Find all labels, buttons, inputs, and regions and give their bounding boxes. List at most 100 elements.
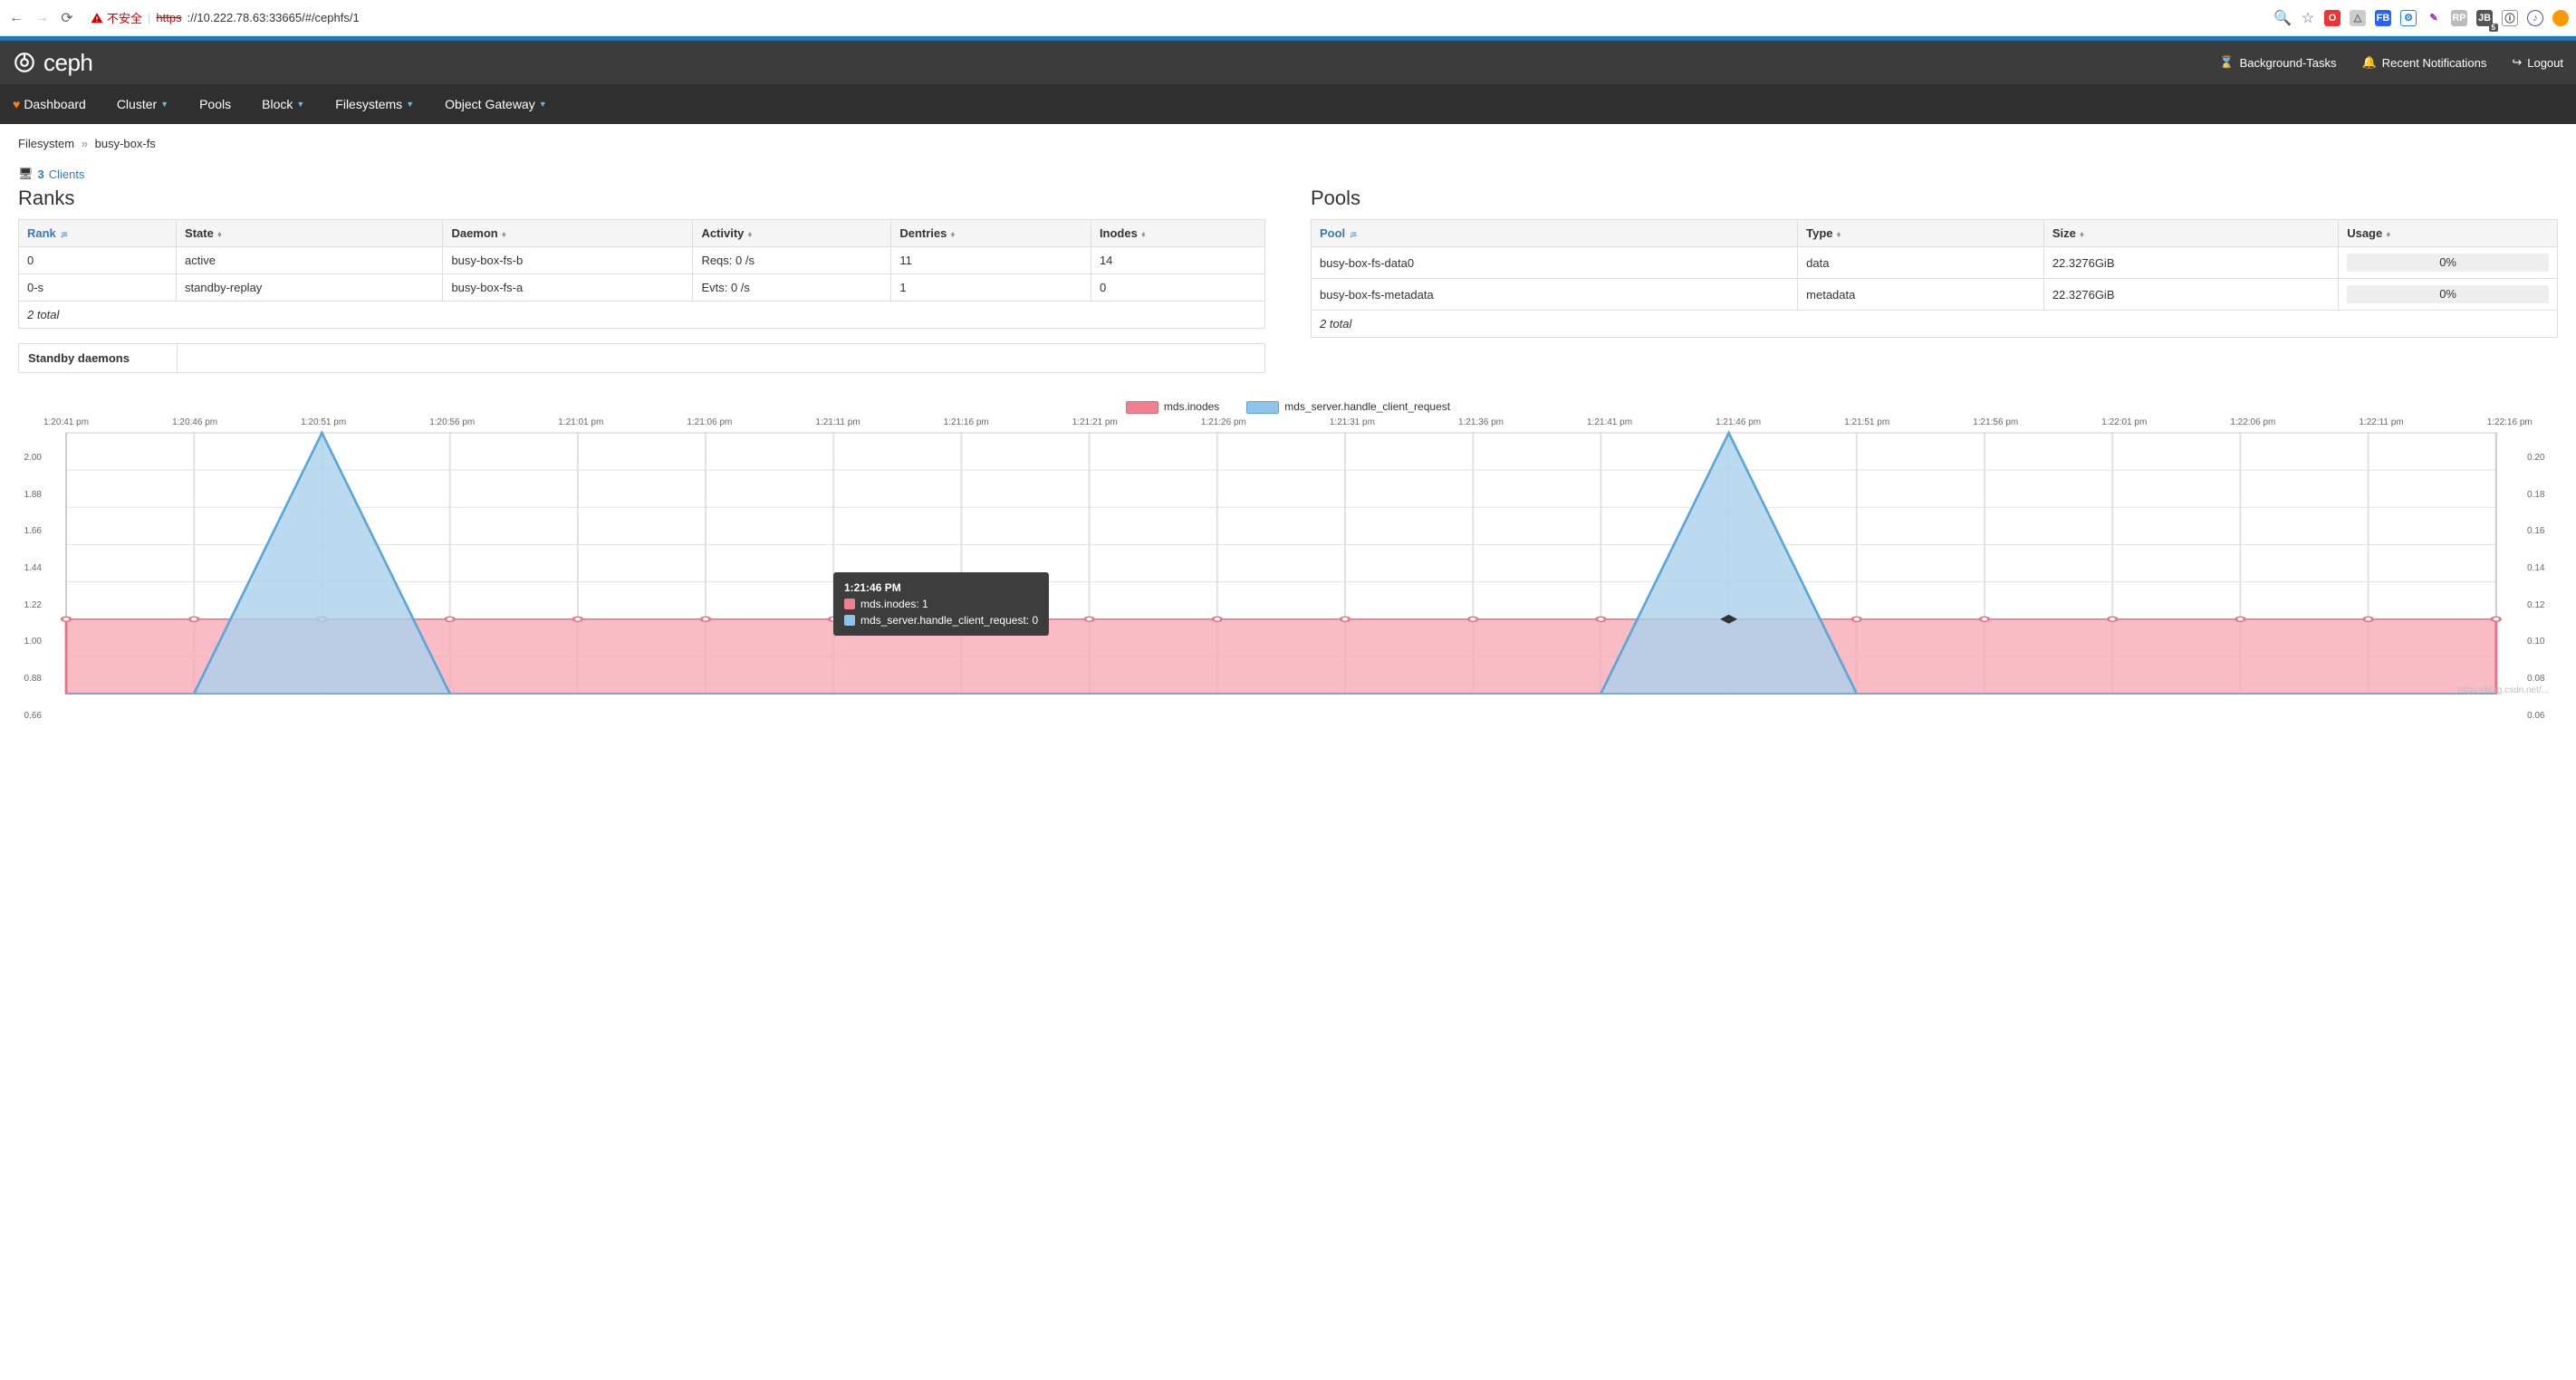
logout-link[interactable]: ↪ Logout [2512, 55, 2563, 70]
pools-footer: 2 total [1312, 311, 2558, 338]
logout-icon: ↪ [2512, 55, 2522, 70]
sort-icon: ♦ [950, 230, 953, 240]
cell-daemon: busy-box-fs-a [443, 274, 693, 302]
address-bar[interactable]: 不安全 | https ://10.222.78.63:33665/#/ceph… [83, 5, 2266, 30]
cell-usage: 0% [2339, 247, 2558, 279]
col-daemon[interactable]: Daemon♦ [443, 220, 693, 247]
tooltip-label-1: mds_server.handle_client_request: 0 [860, 614, 1038, 627]
ext-icon-info[interactable]: ⓘ [2502, 10, 2518, 26]
table-row[interactable]: 0-sstandby-replaybusy-box-fs-aEvts: 0 /s… [19, 274, 1265, 302]
chart-canvas[interactable]: 2.001.881.661.441.221.000.880.66 0.200.1… [18, 427, 2558, 699]
cell-type: data [1798, 247, 2044, 279]
main-nav: ♥ Dashboard Cluster ▼ Pools Block ▼ File… [0, 84, 2576, 124]
cell-activity: Evts: 0 /s [693, 274, 891, 302]
breadcrumb-current: busy-box-fs [95, 137, 156, 150]
sort-icon: ♦ [2080, 230, 2082, 240]
insecure-warning-icon: 不安全 [91, 9, 142, 26]
cell-dentries: 11 [891, 247, 1091, 274]
x-tick: 1:21:26 pm [1201, 417, 1246, 427]
ext-icon-grey[interactable]: △ [2350, 10, 2366, 26]
y-tick-left: 0.66 [24, 711, 42, 721]
pools-panel: Pools Pool↓≡ Type♦ Size♦ Usage♦ busy-box… [1311, 181, 2558, 373]
cell-pool: busy-box-fs-data0 [1312, 247, 1798, 279]
col-state[interactable]: State♦ [177, 220, 443, 247]
x-tick: 1:22:01 pm [2101, 417, 2147, 427]
y-tick-right: 0.16 [2527, 526, 2544, 536]
col-size[interactable]: Size♦ [2043, 220, 2338, 247]
col-rank[interactable]: Rank↓≡ [19, 220, 177, 247]
cell-inodes: 0 [1091, 274, 1264, 302]
x-tick: 1:20:51 pm [301, 417, 346, 427]
zoom-icon[interactable]: 🔍 [2273, 9, 2292, 27]
background-tasks-label: Background-Tasks [2240, 56, 2337, 70]
x-tick: 1:21:31 pm [1330, 417, 1375, 427]
nav-cluster[interactable]: Cluster ▼ [117, 97, 168, 111]
col-type[interactable]: Type♦ [1798, 220, 2044, 247]
brand-logo[interactable]: ceph [13, 49, 92, 77]
col-pool[interactable]: Pool↓≡ [1312, 220, 1798, 247]
nav-cluster-label: Cluster [117, 97, 157, 111]
notifications-link[interactable]: 🔔 Recent Notifications [2362, 55, 2487, 70]
extension-tray: O △ FB ⚙ ✎ RP JB5 ⓘ ♪ [2324, 10, 2569, 26]
y-tick-right: 0.08 [2527, 674, 2544, 684]
x-tick: 1:21:21 pm [1072, 417, 1118, 427]
cell-activity: Reqs: 0 /s [693, 247, 891, 274]
browser-chrome: ← → ⟳ 不安全 | https ://10.222.78.63:33665/… [0, 0, 2576, 36]
nav-block[interactable]: Block ▼ [262, 97, 304, 111]
bookmark-star-icon[interactable]: ☆ [2299, 9, 2317, 27]
ext-icon-opera[interactable]: O [2324, 10, 2341, 26]
ext-icon-fb[interactable]: FB [2375, 10, 2391, 26]
swatch-blue-icon [844, 615, 855, 626]
nav-object-gateway[interactable]: Object Gateway ▼ [445, 97, 547, 111]
nav-dashboard-label: Dashboard [24, 97, 86, 111]
col-activity[interactable]: Activity♦ [693, 220, 891, 247]
forward-icon[interactable]: → [33, 9, 51, 27]
bell-icon: 🔔 [2362, 55, 2377, 70]
watermark-text: https://blog.csdn.net/... [2457, 685, 2549, 695]
clients-link[interactable]: 🖥 3 Clients [18, 167, 2558, 181]
ext-icon-music[interactable]: ♪ [2527, 10, 2543, 26]
ext-icon-jb[interactable]: JB5 [2476, 10, 2493, 26]
table-row[interactable]: busy-box-fs-data0data22.3276GiB0% [1312, 247, 2558, 279]
ranks-panel: Ranks Rank↓≡ State♦ Daemon♦ Activity♦ De… [18, 181, 1265, 373]
col-inodes[interactable]: Inodes♦ [1091, 220, 1264, 247]
table-row[interactable]: 0activebusy-box-fs-bReqs: 0 /s1114 [19, 247, 1265, 274]
x-tick: 1:20:41 pm [43, 417, 89, 427]
back-icon[interactable]: ← [7, 9, 25, 27]
x-tick: 1:21:51 pm [1844, 417, 1889, 427]
ext-icon-rp[interactable]: RP [2451, 10, 2467, 26]
x-tick: 1:21:36 pm [1458, 417, 1504, 427]
nav-pools[interactable]: Pools [199, 97, 231, 111]
breadcrumb-root[interactable]: Filesystem [18, 137, 74, 150]
nav-dashboard[interactable]: ♥ Dashboard [13, 97, 86, 111]
cell-rank: 0-s [19, 274, 177, 302]
y-tick-right: 0.06 [2527, 711, 2544, 721]
sort-icon: ♦ [1141, 230, 1144, 240]
background-tasks-link[interactable]: ⌛ Background-Tasks [2219, 55, 2336, 70]
brand-text: ceph [43, 49, 92, 77]
chart-x-axis: 1:20:41 pm1:20:46 pm1:20:51 pm1:20:56 pm… [18, 417, 2558, 427]
col-usage[interactable]: Usage♦ [2339, 220, 2558, 247]
sort-icon: ♦ [502, 230, 505, 240]
sort-icon: ♦ [747, 230, 750, 240]
nav-filesystems[interactable]: Filesystems ▼ [335, 97, 414, 111]
legend-item-requests[interactable]: mds_server.handle_client_request [1246, 400, 1450, 414]
ext-icon-gear[interactable]: ⚙ [2400, 10, 2417, 26]
notifications-label: Recent Notifications [2382, 56, 2487, 70]
legend-label-0: mds.inodes [1164, 400, 1219, 413]
ext-icon-feather[interactable]: ✎ [2426, 10, 2442, 26]
cell-state: active [177, 247, 443, 274]
y-tick-left: 1.88 [24, 490, 42, 500]
legend-item-inodes[interactable]: mds.inodes [1126, 400, 1219, 414]
reload-icon[interactable]: ⟳ [58, 9, 76, 27]
x-tick: 1:22:16 pm [2487, 417, 2533, 427]
clients-label: Clients [49, 168, 85, 181]
x-tick: 1:22:06 pm [2230, 417, 2275, 427]
y-tick-left: 0.88 [24, 674, 42, 684]
standby-label: Standby daemons [19, 344, 178, 372]
pools-title: Pools [1311, 187, 2558, 210]
y-tick-right: 0.18 [2527, 490, 2544, 500]
ext-icon-orange[interactable] [2552, 10, 2569, 26]
table-row[interactable]: busy-box-fs-metadatametadata22.3276GiB0% [1312, 279, 2558, 311]
col-dentries[interactable]: Dentries♦ [891, 220, 1091, 247]
